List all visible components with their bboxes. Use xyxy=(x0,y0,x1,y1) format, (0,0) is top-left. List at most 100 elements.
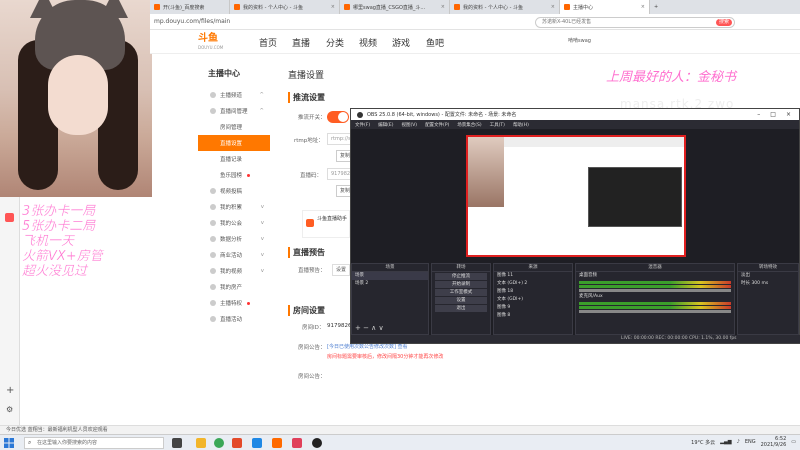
close-icon[interactable]: × xyxy=(437,4,445,10)
sidebar-item[interactable]: 数据分析 v xyxy=(198,231,270,247)
nav-video[interactable]: 视频 xyxy=(359,36,377,49)
sidebar-app-icon[interactable] xyxy=(5,213,14,222)
nav-home[interactable]: 首页 xyxy=(259,36,277,49)
audio-meter xyxy=(579,281,731,284)
overlay-line: 5张办卡二局 xyxy=(22,219,96,234)
sidebar-item-label: 我的积累 xyxy=(220,205,243,211)
add-icon[interactable]: + xyxy=(6,385,14,396)
media-app-icon[interactable] xyxy=(292,438,302,448)
stop-stream-button[interactable]: 停止推流 xyxy=(435,273,487,280)
browser-tab[interactable]: 我的资料 - 个人中心 - 斗鱼 × xyxy=(450,0,560,14)
browser-tab[interactable]: 我的资料 - 个人中心 - 斗鱼 × xyxy=(230,0,340,14)
preview-settings-button[interactable]: 设置 xyxy=(332,264,350,276)
add-scene-button[interactable]: + − ∧ ∨ xyxy=(355,324,384,332)
source-item[interactable]: 图像 18 xyxy=(494,288,572,296)
assistant-promo[interactable]: 斗鱼直播助手 xyxy=(302,210,350,238)
file-explorer-icon[interactable] xyxy=(196,438,206,448)
push-toggle[interactable] xyxy=(327,111,349,123)
nav-category[interactable]: 分类 xyxy=(326,36,344,49)
transition-select[interactable]: 淡出 xyxy=(738,272,798,280)
source-item[interactable]: 图像 11 xyxy=(494,272,572,280)
close-icon[interactable]: × xyxy=(547,4,555,10)
sidebar-item[interactable]: 我的积累 v xyxy=(198,199,270,215)
start-record-button[interactable]: 开始录制 xyxy=(435,281,487,288)
studio-mode-button[interactable]: 工作室模式 xyxy=(435,289,487,296)
sidebar-item[interactable]: 我的房产 xyxy=(198,279,270,295)
menu-view[interactable]: 视图(V) xyxy=(401,122,417,128)
volume-slider[interactable] xyxy=(579,289,731,292)
sidebar-item[interactable]: 视频投稿 xyxy=(198,183,270,199)
settings-icon[interactable]: ⚙ xyxy=(6,405,13,414)
mixer-dock: 混音器 桌面音频 麦克风/Aux xyxy=(575,263,735,335)
chevron-down-icon: v xyxy=(260,220,264,226)
transition-controls-dock: 转场特效 淡出 时长 300 ms xyxy=(737,263,799,335)
obs-preview[interactable] xyxy=(466,135,686,257)
douyu-app-icon[interactable] xyxy=(272,438,282,448)
address-bar[interactable]: mp.douyu.com/files/main 苏诺新X-40L已经发售 搜索 xyxy=(150,14,800,30)
close-icon[interactable]: × xyxy=(786,111,791,118)
new-tab-button[interactable]: + xyxy=(650,0,670,14)
search-button[interactable]: 搜索 xyxy=(715,19,732,26)
weather-text[interactable]: 19°C 多云 xyxy=(691,439,715,446)
minimize-icon[interactable]: – xyxy=(757,111,760,118)
exit-button[interactable]: 退出 xyxy=(435,305,487,312)
close-icon[interactable]: × xyxy=(637,4,645,10)
taskbar-search[interactable]: ⌕ 在这里输入你要搜索的内容 xyxy=(24,437,164,449)
sidebar-item-label: 直播活动 xyxy=(220,317,243,323)
windows-start-icon[interactable] xyxy=(4,438,14,448)
notification-icon[interactable]: ▭ xyxy=(791,439,796,445)
sidebar-item[interactable]: 我的公会 v xyxy=(198,215,270,231)
browser-tab-active[interactable]: 主播中心 × xyxy=(560,0,650,14)
source-item[interactable]: 文本 (GDI+) 2 xyxy=(494,280,572,288)
sidebar-subitem-active[interactable]: 直播设置 xyxy=(198,135,270,151)
nav-yuba[interactable]: 鱼吧 xyxy=(426,36,444,49)
menu-help[interactable]: 帮助(H) xyxy=(513,122,529,128)
sidebar-item[interactable]: 我的视频 v xyxy=(198,263,270,279)
store-icon[interactable] xyxy=(252,438,262,448)
sidebar-item-label: 直播记录 xyxy=(220,157,243,163)
browser-icon[interactable] xyxy=(214,438,224,448)
maximize-icon[interactable]: □ xyxy=(770,111,776,118)
nav-live[interactable]: 直播 xyxy=(292,36,310,49)
section-preview: 直播预告 xyxy=(288,247,325,258)
browser-tab[interactable]: 开(斗鱼)_百度搜索 xyxy=(150,0,230,14)
close-icon[interactable]: × xyxy=(327,4,335,10)
language-indicator[interactable]: ENG xyxy=(745,439,756,445)
task-view-icon[interactable] xyxy=(172,438,182,448)
url-text[interactable]: mp.douyu.com/files/main xyxy=(154,18,230,25)
sources-dock: 来源 图像 11 文本 (GDI+) 2 图像 18 文本 (GDI+) 图像 … xyxy=(493,263,573,335)
announce-note[interactable]: [今日已使用次数公告修改次数] 查看 xyxy=(327,343,408,350)
menu-scene-collection[interactable]: 场景集合(S) xyxy=(457,122,481,128)
sidebar-item[interactable]: 直播活动 xyxy=(198,311,270,327)
scene-item[interactable]: 场景 xyxy=(352,272,428,280)
volume-icon[interactable]: ♪ xyxy=(737,439,740,445)
clock[interactable]: 6:52 2021/9/26 xyxy=(761,436,787,448)
sidebar-subitem[interactable]: 直播记录 xyxy=(198,151,270,167)
settings-button[interactable]: 设置 xyxy=(435,297,487,304)
menu-tools[interactable]: 工具(T) xyxy=(490,122,505,128)
app-icon[interactable] xyxy=(232,438,242,448)
menu-file[interactable]: 文件(F) xyxy=(355,122,370,128)
obs-taskbar-icon[interactable] xyxy=(312,438,322,448)
sidebar-item[interactable]: 商业活动 v xyxy=(198,247,270,263)
menu-profile[interactable]: 配置文件(P) xyxy=(425,122,449,128)
scene-item[interactable]: 场景 2 xyxy=(352,280,428,288)
douyu-logo[interactable]: 斗鱼 DOUYU.COM xyxy=(198,33,236,51)
network-icon[interactable]: ▂▄▆ xyxy=(720,439,732,445)
nav-game[interactable]: 游戏 xyxy=(392,36,410,49)
sidebar-subitem[interactable]: 鱼乐园榜 xyxy=(198,167,270,183)
sidebar-item[interactable]: 主播频道 ^ xyxy=(198,87,270,103)
volume-slider[interactable] xyxy=(579,310,731,313)
browser-tab[interactable]: 哪里swag直播_CSGO直播_斗... × xyxy=(340,0,450,14)
sidebar-item[interactable]: 主播特权 xyxy=(198,295,270,311)
source-item[interactable]: 图像 8 xyxy=(494,312,572,320)
duration-field[interactable]: 300 ms xyxy=(751,281,768,286)
sidebar-subitem[interactable]: 房间管理 xyxy=(198,119,270,135)
source-item[interactable]: 图像 9 xyxy=(494,304,572,312)
menu-edit[interactable]: 编辑(E) xyxy=(378,122,393,128)
sidebar-item[interactable]: 直播间管理 ^ xyxy=(198,103,270,119)
browser-search-box[interactable]: 苏诺新X-40L已经发售 搜索 xyxy=(535,17,735,28)
user-name[interactable]: 啃啃swag xyxy=(568,37,591,44)
source-item[interactable]: 文本 (GDI+) xyxy=(494,296,572,304)
obs-titlebar[interactable]: OBS 25.0.8 (64-bit, windows) - 配置文件: 未命名… xyxy=(351,109,799,120)
